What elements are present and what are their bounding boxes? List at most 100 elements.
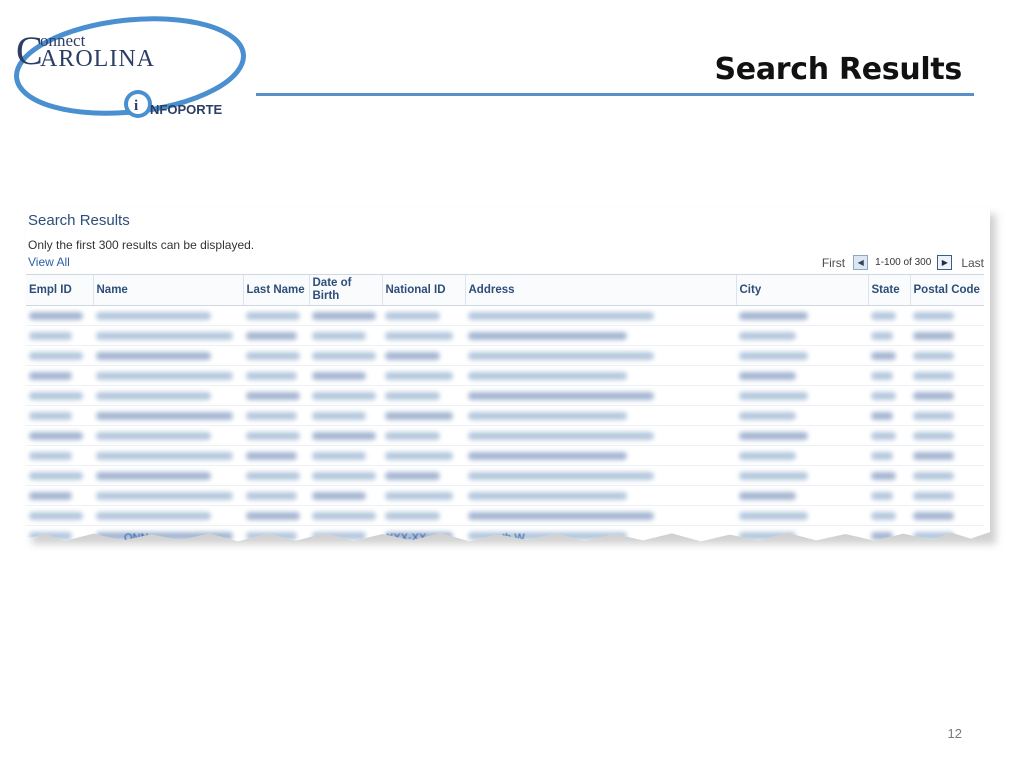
redaction-blur (739, 411, 796, 420)
redacted-cell (382, 345, 465, 366)
redacted-cell (868, 385, 910, 406)
redacted-cell (382, 405, 465, 426)
redacted-cell (910, 445, 984, 466)
redaction-blur (385, 351, 441, 360)
redacted-cell (382, 425, 465, 446)
redacted-cell (309, 505, 382, 526)
redacted-cell (26, 445, 93, 466)
redaction-blur (913, 451, 954, 460)
redacted-result-row[interactable] (26, 365, 984, 386)
redaction-blur (871, 371, 893, 380)
redacted-cell (93, 485, 243, 506)
redacted-result-row[interactable] (26, 505, 984, 526)
redacted-result-row[interactable] (26, 405, 984, 426)
redacted-cell (736, 465, 868, 486)
redaction-blur (468, 451, 627, 460)
redaction-blur (468, 471, 654, 480)
redacted-cell (910, 505, 984, 526)
grid-header-row: Empl ID Name Last Name Date of Birth Nat… (26, 274, 984, 306)
redacted-cell (93, 505, 243, 526)
redaction-blur (96, 451, 233, 460)
column-header-date-of-birth[interactable]: Date of Birth (308, 274, 382, 306)
redacted-cell (26, 465, 93, 486)
title-divider (256, 93, 974, 96)
redaction-blur (246, 311, 300, 320)
redaction-blur (312, 511, 376, 520)
redaction-blur (871, 351, 897, 360)
redaction-blur (312, 411, 366, 420)
pager-last-link[interactable]: Last (961, 256, 984, 270)
redacted-cell (465, 305, 736, 326)
redacted-result-row[interactable] (26, 385, 984, 406)
redacted-cell (465, 345, 736, 366)
previous-page-icon[interactable]: ◀ (853, 255, 869, 270)
redacted-cell (736, 385, 868, 406)
redacted-cell (93, 305, 243, 326)
redacted-cell (93, 465, 243, 486)
redacted-cell (868, 465, 910, 486)
column-header-postal-code[interactable]: Postal Code (909, 274, 984, 306)
column-header-national-id[interactable]: National ID (381, 274, 465, 306)
column-header-empl-id[interactable]: Empl ID (26, 274, 93, 306)
search-results-screenshot: Search Results Only the first 300 result… (26, 208, 996, 552)
column-header-state[interactable]: State (867, 274, 910, 306)
redaction-blur (468, 411, 627, 420)
redaction-blur (312, 451, 366, 460)
redacted-result-row[interactable] (26, 445, 984, 466)
column-header-last-name[interactable]: Last Name (242, 274, 309, 306)
pager-first-link[interactable]: First (822, 256, 845, 270)
redacted-cell (910, 365, 984, 386)
redacted-result-row[interactable] (26, 345, 984, 366)
redaction-blur (739, 391, 809, 400)
redaction-blur (739, 351, 809, 360)
next-page-icon[interactable]: ▶ (937, 255, 953, 270)
redacted-result-row[interactable] (26, 325, 984, 346)
redacted-cell (26, 345, 93, 366)
column-header-address[interactable]: Address (464, 274, 736, 306)
redaction-blur (468, 491, 627, 500)
redaction-blur (29, 431, 83, 440)
redacted-result-row[interactable] (26, 465, 984, 486)
redacted-cell (93, 385, 243, 406)
redaction-blur (96, 331, 233, 340)
redaction-blur (96, 471, 212, 480)
redaction-blur (246, 371, 297, 380)
redacted-cell (26, 305, 93, 326)
redacted-cell (736, 405, 868, 426)
redacted-cell (382, 485, 465, 506)
redacted-cell (243, 425, 309, 446)
redacted-result-row[interactable] (26, 485, 984, 506)
redaction-blur (246, 471, 300, 480)
redacted-cell (382, 305, 465, 326)
redacted-cell (382, 465, 465, 486)
redaction-blur (312, 311, 376, 320)
redacted-cell (309, 465, 382, 486)
redacted-cell (26, 325, 93, 346)
redacted-cell (910, 405, 984, 426)
redacted-cell (309, 385, 382, 406)
redacted-result-row[interactable] (26, 305, 984, 326)
redacted-cell (868, 345, 910, 366)
redaction-blur (385, 411, 453, 420)
redacted-cell (243, 365, 309, 386)
pager: First ◀ 1-100 of 300 ▶ Last (822, 255, 984, 270)
redaction-blur (312, 371, 366, 380)
redacted-cell (868, 505, 910, 526)
redaction-blur (312, 471, 376, 480)
redacted-cell (465, 465, 736, 486)
redaction-blur (871, 391, 897, 400)
redacted-cell (868, 365, 910, 386)
column-header-city[interactable]: City (735, 274, 868, 306)
search-results-panel: Search Results Only the first 300 result… (26, 208, 990, 542)
redaction-blur (29, 491, 72, 500)
column-header-name[interactable]: Name (92, 274, 243, 306)
view-all-link[interactable]: View All (28, 255, 70, 269)
redaction-blur (96, 411, 233, 420)
redacted-cell (736, 305, 868, 326)
redaction-blur (739, 371, 796, 380)
redaction-blur (739, 311, 809, 320)
redaction-blur (913, 471, 954, 480)
redacted-cell (382, 325, 465, 346)
redacted-result-row[interactable] (26, 425, 984, 446)
redacted-cell (309, 445, 382, 466)
